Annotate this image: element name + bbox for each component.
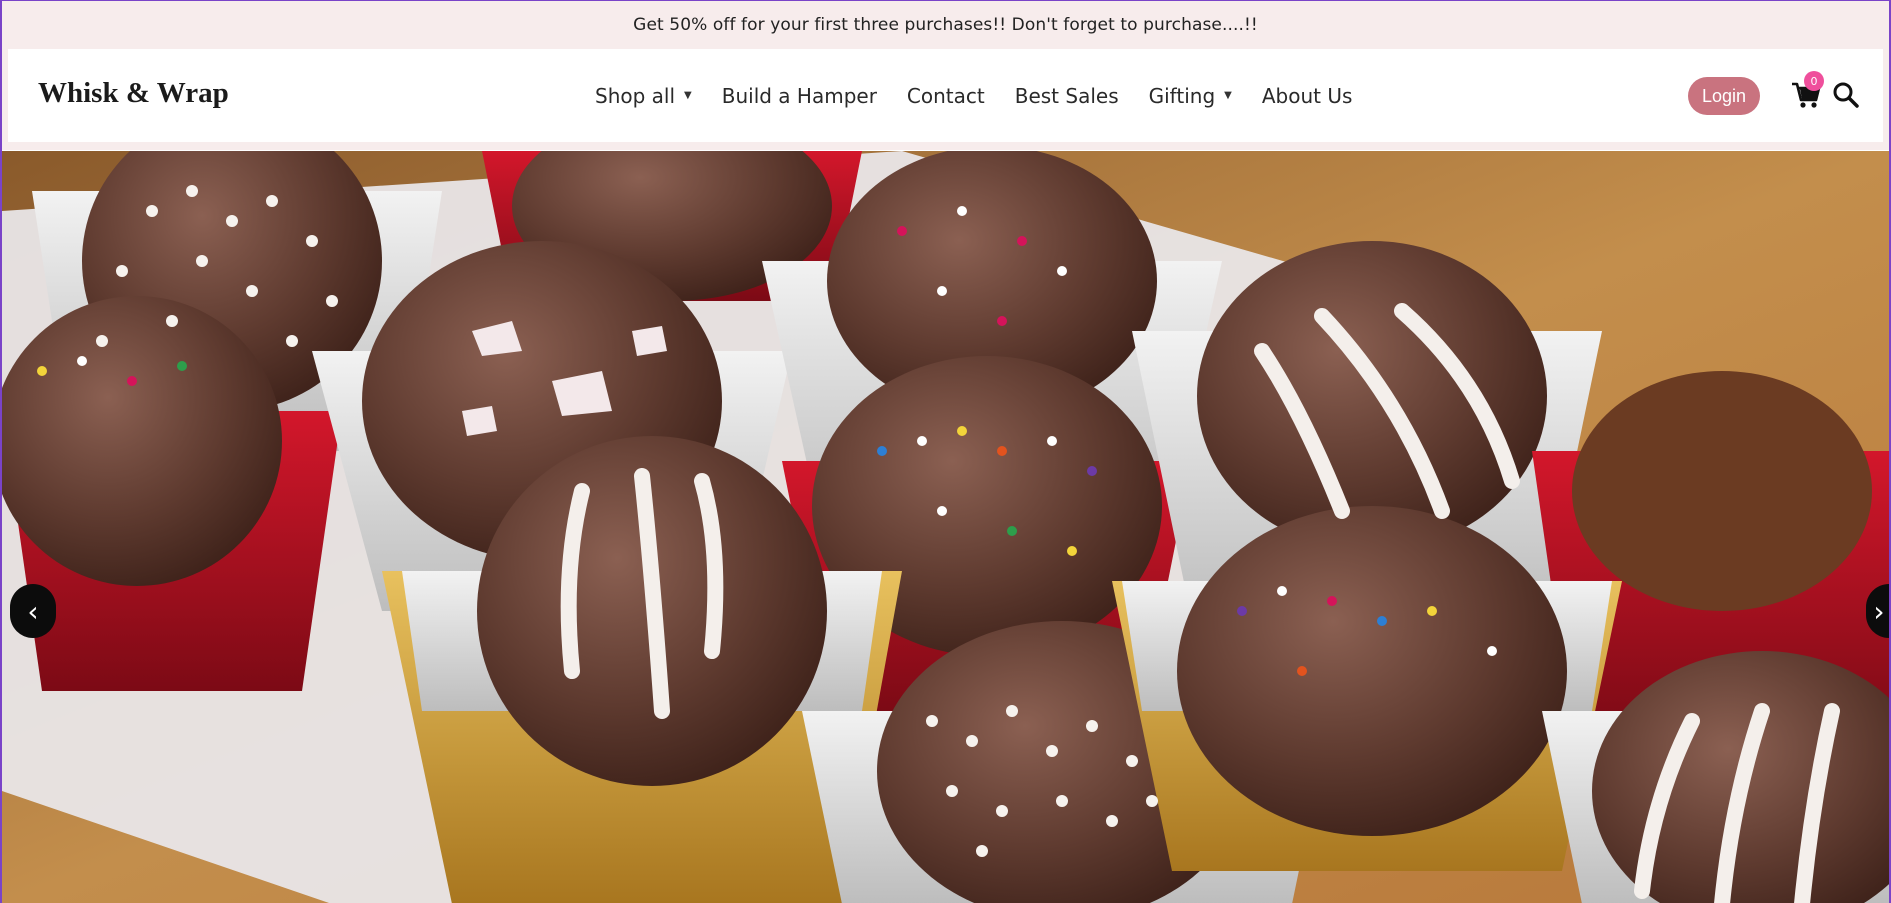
nav-label: Contact	[906, 83, 985, 108]
nav-build-a-hamper[interactable]: Build a Hamper	[722, 84, 877, 108]
announcement-bar: Get 50% off for your first three purchas…	[2, 1, 1889, 49]
hero-carousel: ‹ ›	[2, 151, 1889, 903]
site-logo[interactable]: Whisk & Wrap	[38, 77, 229, 110]
hero-image	[2, 151, 1889, 903]
page: Get 50% off for your first three purchas…	[0, 0, 1891, 903]
login-button[interactable]: Login	[1688, 77, 1760, 115]
nav-label: About Us	[1261, 83, 1353, 108]
nav-label: Shop all	[595, 83, 676, 108]
caret-down-icon: ▼	[684, 90, 692, 101]
nav-label: Gifting	[1148, 83, 1216, 108]
cart-count-badge: 0	[1804, 71, 1824, 91]
nav-gifting[interactable]: Gifting ▼	[1149, 84, 1232, 108]
site-header: Whisk & Wrap Shop all ▼ Build a Hamper C…	[8, 49, 1883, 142]
magnifier-icon[interactable]	[1832, 81, 1860, 109]
main-nav: Shop all ▼ Build a Hamper Contact Best S…	[595, 49, 1352, 142]
nav-label: Build a Hamper	[721, 83, 877, 108]
nav-about-us[interactable]: About Us	[1262, 84, 1353, 108]
nav-shop-all[interactable]: Shop all ▼	[595, 84, 692, 108]
nav-contact[interactable]: Contact	[907, 84, 985, 108]
carousel-prev-button[interactable]: ‹	[10, 584, 56, 638]
nav-label: Best Sales	[1014, 83, 1119, 108]
header-wrapper: Whisk & Wrap Shop all ▼ Build a Hamper C…	[2, 49, 1889, 150]
caret-down-icon: ▼	[1224, 90, 1232, 101]
nav-best-sales[interactable]: Best Sales	[1015, 84, 1119, 108]
announcement-text: Get 50% off for your first three purchas…	[633, 15, 1258, 35]
